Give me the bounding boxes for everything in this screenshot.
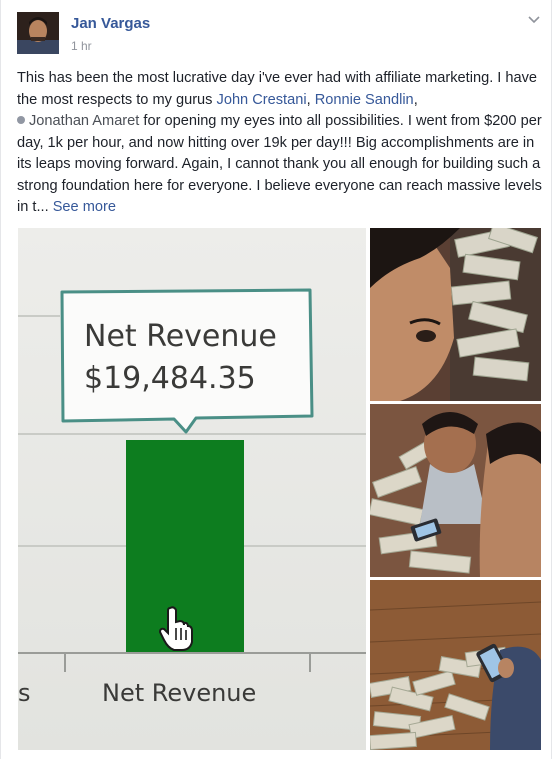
- axis-label: Net Revenue: [102, 679, 256, 707]
- mention-john-crestani[interactable]: John Crestani: [217, 92, 307, 108]
- axis-label-left: s: [18, 679, 31, 707]
- revenue-bar: [126, 440, 244, 652]
- post-text: This has been the most lucrative day i'v…: [17, 68, 547, 219]
- tooltip-value: $19,484.35: [84, 361, 256, 396]
- chevron-down-icon[interactable]: [527, 12, 541, 26]
- separator: ,: [413, 91, 418, 108]
- mention-ronnie-sandlin[interactable]: Ronnie Sandlin: [315, 92, 414, 108]
- photo-net-revenue-chart[interactable]: Net Revenue $19,484.35 s Net Revenue: [18, 228, 366, 750]
- tooltip-title: Net Revenue: [84, 319, 277, 354]
- inactive-profile-icon: [17, 116, 25, 124]
- photo-selfie-money[interactable]: [370, 228, 541, 401]
- see-more-link[interactable]: See more: [53, 199, 116, 215]
- author-name[interactable]: Jan Vargas: [71, 15, 150, 32]
- avatar[interactable]: [17, 12, 59, 54]
- separator: ,: [306, 91, 315, 108]
- post-timestamp[interactable]: 1 hr: [71, 39, 92, 53]
- feed-post: Jan Vargas 1 hr This has been the most l…: [0, 0, 552, 759]
- photo-floor-money[interactable]: [370, 580, 541, 750]
- photo-phone-money[interactable]: [370, 404, 541, 577]
- mention-jonathan-amaret[interactable]: Jonathan Amaret: [29, 113, 139, 129]
